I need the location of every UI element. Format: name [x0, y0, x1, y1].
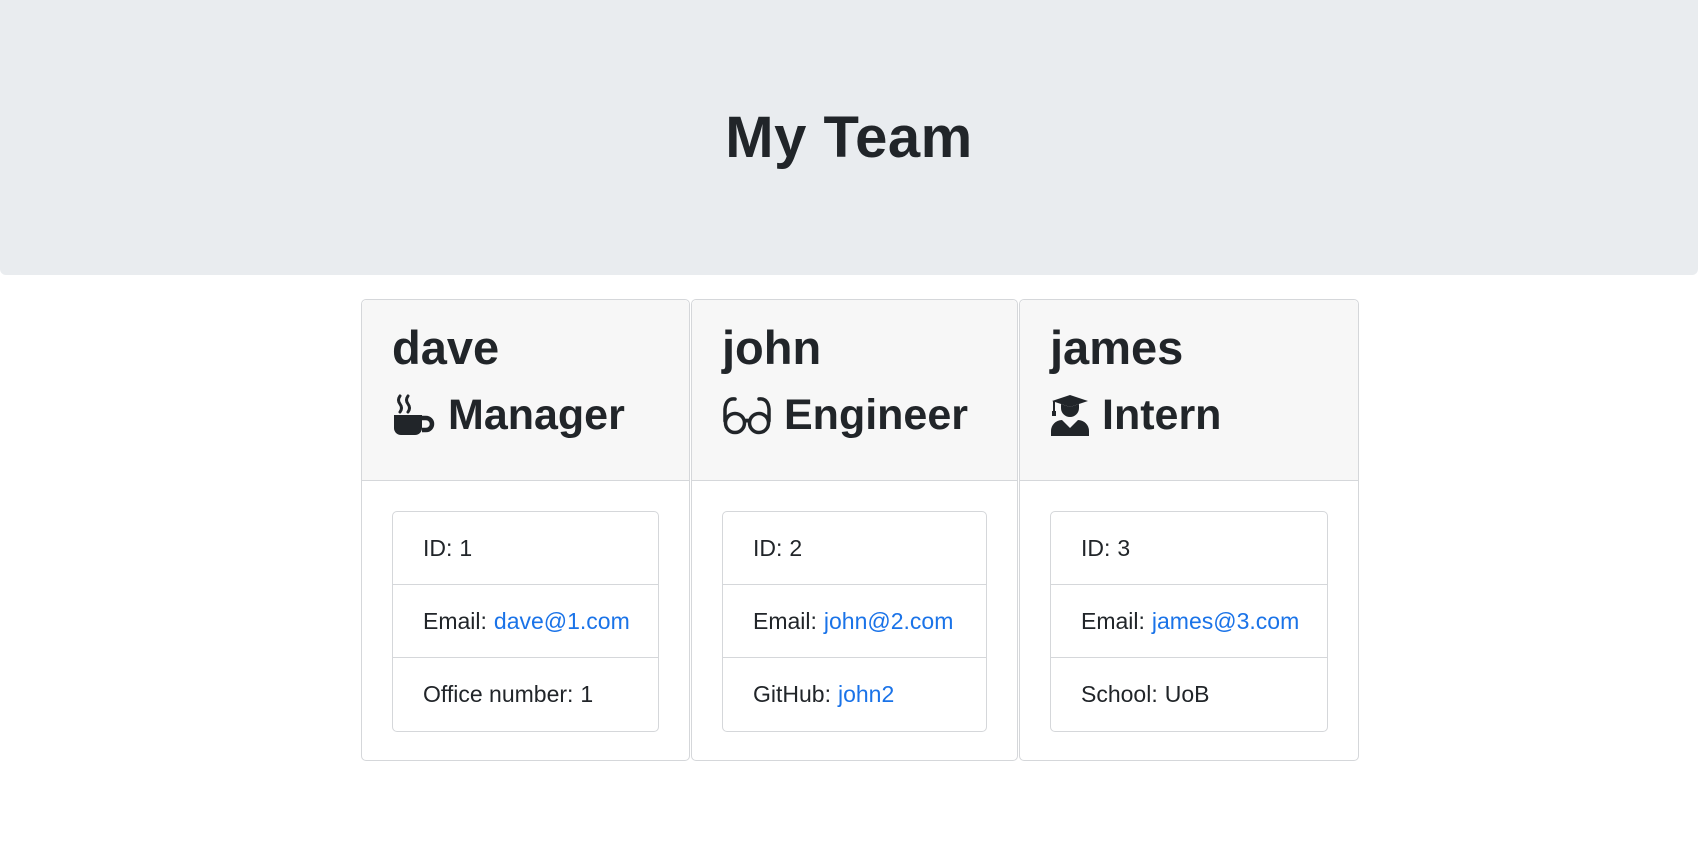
employee-card-manager: dave Manager ID: 1 Email: dave@1.com Off…	[361, 299, 690, 761]
details-list: ID: 3 Email: james@3.com School: UoB	[1050, 511, 1328, 732]
office-number-label: Office number:	[423, 681, 574, 707]
school-row: School: UoB	[1051, 658, 1327, 731]
office-number-row: Office number: 1	[393, 658, 658, 731]
github-link[interactable]: john2	[838, 681, 894, 708]
card-header: james Intern	[1020, 300, 1358, 481]
employee-role: Engineer	[722, 390, 1017, 440]
employee-role-label: Manager	[448, 391, 625, 439]
mug-icon	[392, 394, 436, 436]
office-number-value: 1	[580, 681, 594, 707]
details-list: ID: 1 Email: dave@1.com Office number: 1	[392, 511, 659, 732]
employee-card-engineer: john Engineer ID: 2 Email: john@2.com Gi…	[691, 299, 1018, 761]
page-title: My Team	[725, 105, 973, 170]
employee-role-label: Intern	[1102, 391, 1222, 439]
email-row: Email: james@3.com	[1051, 585, 1327, 658]
employee-role: Intern	[1050, 390, 1358, 440]
email-row: Email: dave@1.com	[393, 585, 658, 658]
school-label: School:	[1081, 681, 1158, 707]
employee-name: dave	[392, 321, 500, 374]
card-body: ID: 3 Email: james@3.com School: UoB	[1020, 481, 1358, 732]
id-value: 1	[459, 534, 473, 561]
graduate-icon	[1050, 394, 1090, 436]
team-cards: dave Manager ID: 1 Email: dave@1.com Off…	[361, 299, 1359, 761]
school-value: UoB	[1164, 681, 1210, 707]
github-row: GitHub: john2	[723, 658, 986, 731]
email-link[interactable]: john@2.com	[824, 608, 953, 635]
employee-name: james	[1050, 321, 1184, 374]
email-link[interactable]: dave@1.com	[494, 608, 630, 635]
card-header: john Engineer	[692, 300, 1017, 481]
email-link[interactable]: james@3.com	[1152, 608, 1299, 635]
employee-card-intern: james Intern ID: 3 Email: james@3.com Sc…	[1019, 299, 1359, 761]
glasses-icon	[722, 395, 772, 435]
id-label: ID:	[1081, 534, 1111, 561]
employee-role: Manager	[392, 390, 689, 440]
email-label: Email:	[753, 607, 817, 634]
card-body: ID: 1 Email: dave@1.com Office number: 1	[362, 481, 689, 732]
id-label: ID:	[753, 534, 783, 561]
email-label: Email:	[1081, 607, 1145, 634]
email-label: Email:	[423, 607, 487, 634]
email-row: Email: john@2.com	[723, 585, 986, 658]
id-label: ID:	[423, 534, 453, 561]
jumbotron-header: My Team	[0, 0, 1698, 275]
id-row: ID: 2	[723, 512, 986, 585]
id-value: 3	[1117, 534, 1131, 561]
card-body: ID: 2 Email: john@2.com GitHub: john2	[692, 481, 1017, 732]
id-value: 2	[789, 534, 803, 561]
github-label: GitHub:	[753, 681, 831, 707]
id-row: ID: 3	[1051, 512, 1327, 585]
employee-name: john	[722, 321, 822, 374]
details-list: ID: 2 Email: john@2.com GitHub: john2	[722, 511, 987, 732]
id-row: ID: 1	[393, 512, 658, 585]
card-header: dave Manager	[362, 300, 689, 481]
employee-role-label: Engineer	[784, 391, 968, 439]
